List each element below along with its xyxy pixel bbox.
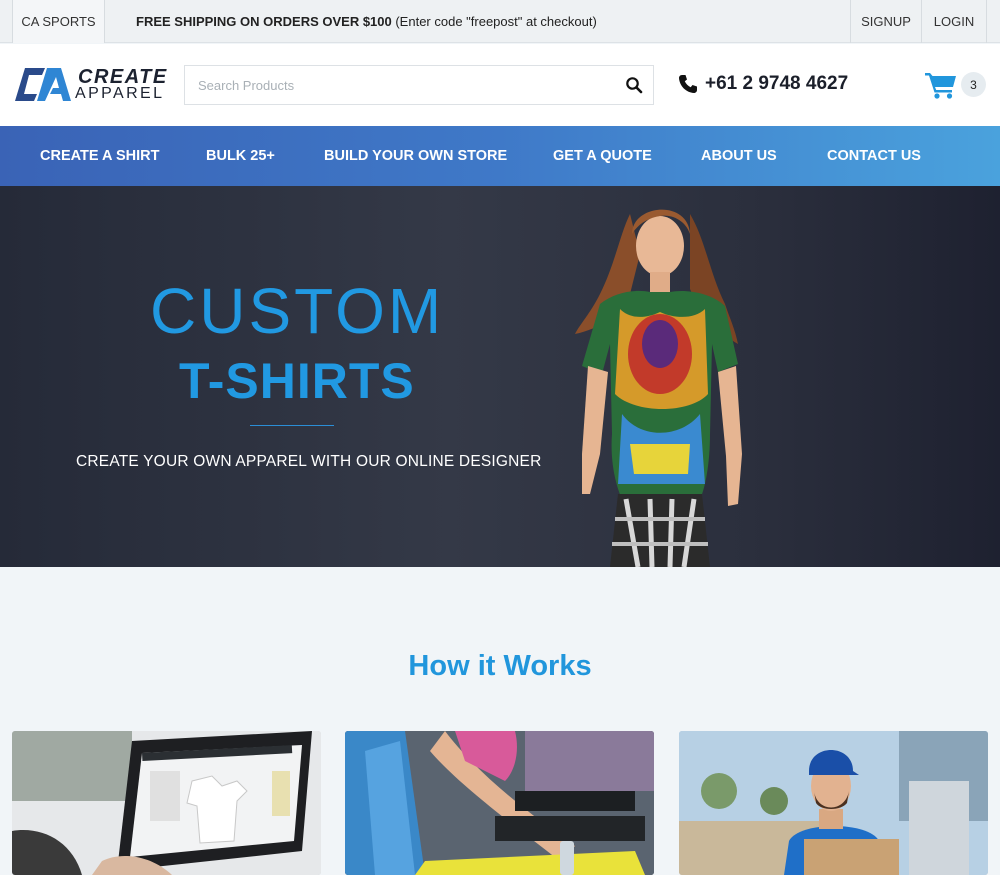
shipping-notice: FREE SHIPPING ON ORDERS OVER $100 (Enter… bbox=[136, 0, 597, 43]
site-header: CREATE APPAREL +61 2 9748 4627 3 bbox=[0, 44, 1000, 126]
hero-title-custom: CUSTOM bbox=[150, 275, 445, 347]
phone-contact[interactable]: +61 2 9748 4627 bbox=[678, 73, 848, 95]
how-it-works-title: How it Works bbox=[408, 650, 592, 682]
model-image bbox=[575, 209, 742, 567]
main-nav: CREATE A SHIRT BULK 25+ BUILD YOUR OWN S… bbox=[0, 126, 1000, 186]
search-input[interactable] bbox=[185, 66, 615, 104]
nav-build-your-own-store[interactable]: BUILD YOUR OWN STORE bbox=[324, 126, 507, 186]
ca-sports-link[interactable]: CA SPORTS bbox=[12, 0, 105, 43]
top-bar: CA SPORTS FREE SHIPPING ON ORDERS OVER $… bbox=[0, 0, 1000, 43]
cart-button[interactable]: 3 bbox=[925, 70, 987, 100]
nav-get-a-quote[interactable]: GET A QUOTE bbox=[553, 126, 652, 186]
screen-printing-image bbox=[345, 731, 654, 875]
cart-icon bbox=[925, 73, 956, 99]
delivery-man-image bbox=[679, 731, 988, 875]
nav-contact-us[interactable]: CONTACT US bbox=[827, 126, 921, 186]
logo-text-apparel: APPAREL bbox=[75, 85, 165, 102]
laptop-designer-image bbox=[12, 731, 321, 875]
hero-subtitle: CREATE YOUR OWN APPAREL WITH OUR ONLINE … bbox=[76, 453, 542, 470]
step-card-delivery[interactable] bbox=[679, 731, 988, 875]
cart-count-badge: 3 bbox=[961, 72, 986, 97]
step-card-design-online[interactable] bbox=[12, 731, 321, 875]
phone-icon bbox=[679, 75, 697, 93]
phone-number: +61 2 9748 4627 bbox=[705, 73, 849, 94]
create-apparel-logo[interactable]: CREATE APPAREL bbox=[15, 66, 166, 104]
nav-about-us[interactable]: ABOUT US bbox=[701, 126, 777, 186]
step-card-print[interactable] bbox=[345, 731, 654, 875]
signup-link[interactable]: SIGNUP bbox=[850, 0, 921, 43]
hero-divider bbox=[250, 425, 334, 426]
hero-title-tshirts: T-SHIRTS bbox=[179, 353, 415, 409]
shipping-notice-bold: FREE SHIPPING ON ORDERS OVER $100 bbox=[136, 14, 392, 29]
search-box bbox=[184, 65, 654, 105]
search-icon[interactable] bbox=[625, 76, 643, 94]
logo-mark-icon bbox=[15, 68, 71, 101]
nav-bulk-25[interactable]: BULK 25+ bbox=[206, 126, 275, 186]
hero-banner[interactable]: CUSTOM T-SHIRTS CREATE YOUR OWN APPAREL … bbox=[0, 186, 1000, 567]
shipping-notice-detail: (Enter code "freepost" at checkout) bbox=[391, 14, 597, 29]
nav-create-a-shirt[interactable]: CREATE A SHIRT bbox=[40, 126, 160, 186]
login-link[interactable]: LOGIN bbox=[921, 0, 987, 43]
